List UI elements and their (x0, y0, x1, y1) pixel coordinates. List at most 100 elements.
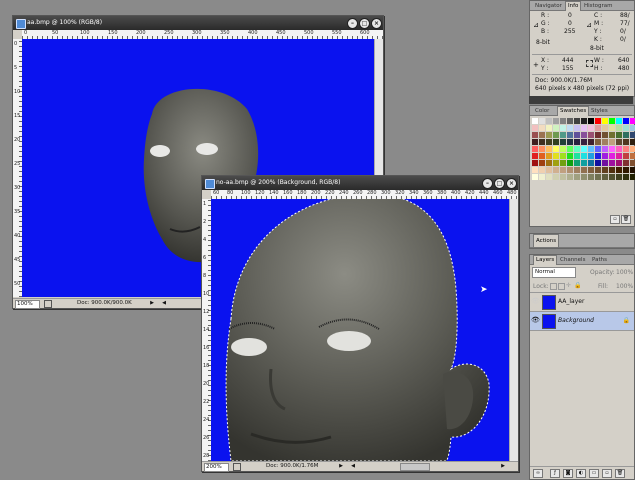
swatch[interactable] (609, 139, 615, 145)
export-icon[interactable] (233, 463, 241, 471)
swatch[interactable] (623, 118, 629, 124)
swatch[interactable] (595, 146, 601, 152)
swatch[interactable] (574, 132, 580, 138)
minimize-icon[interactable]: – (347, 18, 358, 29)
swatch[interactable] (609, 125, 615, 131)
swatch[interactable] (602, 139, 608, 145)
swatch[interactable] (574, 146, 580, 152)
swatch[interactable] (546, 118, 552, 124)
swatch[interactable] (560, 139, 566, 145)
tab-info[interactable]: Info (565, 1, 582, 11)
swatch[interactable] (609, 132, 615, 138)
minimize-icon[interactable]: – (482, 178, 493, 189)
swatch[interactable] (553, 167, 559, 173)
swatch[interactable] (630, 153, 635, 159)
swatch[interactable] (553, 132, 559, 138)
swatch[interactable] (616, 174, 622, 180)
swatch[interactable] (532, 153, 538, 159)
swatch[interactable] (567, 125, 573, 131)
swatch[interactable] (623, 146, 629, 152)
swatch[interactable] (539, 118, 545, 124)
tab-layers[interactable]: Layers (533, 255, 558, 265)
swatch[interactable] (588, 167, 594, 173)
swatch[interactable] (588, 118, 594, 124)
swatch[interactable] (630, 160, 635, 166)
swatch[interactable] (588, 146, 594, 152)
swatch[interactable] (581, 132, 587, 138)
close-icon[interactable]: × (371, 18, 382, 29)
swatch[interactable] (574, 160, 580, 166)
swatch[interactable] (539, 146, 545, 152)
swatch[interactable] (560, 118, 566, 124)
swatch[interactable] (602, 118, 608, 124)
swatch[interactable] (616, 160, 622, 166)
scroll-left-icon[interactable]: ◀ (350, 463, 356, 469)
tab-styles[interactable]: Styles (589, 107, 610, 115)
trash-icon[interactable]: 🗑 (621, 215, 631, 224)
swatch[interactable] (588, 125, 594, 131)
swatch[interactable] (567, 153, 573, 159)
swatch[interactable] (581, 174, 587, 180)
fill-value[interactable]: 100% (616, 283, 633, 290)
swatch[interactable] (595, 153, 601, 159)
swatch[interactable] (539, 153, 545, 159)
swatch[interactable] (588, 132, 594, 138)
maximize-icon[interactable]: □ (359, 18, 370, 29)
new-swatch-icon[interactable]: ▫ (610, 215, 620, 224)
swatch[interactable] (539, 160, 545, 166)
swatch[interactable] (539, 174, 545, 180)
swatch[interactable] (581, 167, 587, 173)
swatch[interactable] (602, 174, 608, 180)
swatch[interactable] (595, 125, 601, 131)
adjustment-layer-icon[interactable]: ◐ (576, 469, 586, 478)
swatch[interactable] (567, 174, 573, 180)
swatch[interactable] (602, 153, 608, 159)
swatch[interactable] (623, 125, 629, 131)
new-layer-icon[interactable]: ▫ (602, 469, 612, 478)
close-icon[interactable]: × (506, 178, 517, 189)
swatch[interactable] (560, 132, 566, 138)
panel-collapse-bar[interactable] (529, 96, 633, 104)
swatch[interactable] (553, 146, 559, 152)
swatch[interactable] (623, 174, 629, 180)
swatch[interactable] (623, 132, 629, 138)
swatch[interactable] (616, 118, 622, 124)
title-bar[interactable]: no-aa.bmp @ 200% (Background, RGB/8) – □… (202, 176, 518, 190)
swatch[interactable] (532, 174, 538, 180)
tab-color[interactable]: Color (533, 107, 551, 115)
trash-icon[interactable]: 🗑 (615, 469, 625, 478)
swatch[interactable] (546, 125, 552, 131)
swatch[interactable] (581, 139, 587, 145)
swatch[interactable] (602, 146, 608, 152)
swatch[interactable] (595, 174, 601, 180)
swatch[interactable] (609, 146, 615, 152)
status-menu-arrow-icon[interactable]: ▶ (149, 300, 155, 306)
swatch[interactable] (609, 118, 615, 124)
swatch[interactable] (630, 167, 635, 173)
swatch[interactable] (588, 139, 594, 145)
swatch[interactable] (595, 167, 601, 173)
swatch[interactable] (581, 118, 587, 124)
tab-histogram[interactable]: Histogram (582, 2, 615, 10)
swatch[interactable] (567, 167, 573, 173)
swatch[interactable] (609, 160, 615, 166)
swatch[interactable] (574, 167, 580, 173)
horizontal-scroll-thumb[interactable] (400, 463, 430, 471)
link-layers-icon[interactable]: ∞ (533, 469, 543, 478)
swatch[interactable] (609, 153, 615, 159)
layer-name[interactable]: Background (558, 312, 594, 330)
zoom-field[interactable]: 100% (15, 300, 40, 309)
swatch[interactable] (532, 160, 538, 166)
swatch[interactable] (630, 132, 635, 138)
layer-mask-icon[interactable]: ◙ (563, 469, 573, 478)
swatch[interactable] (630, 118, 635, 124)
swatch[interactable] (630, 174, 635, 180)
swatch[interactable] (546, 167, 552, 173)
lock-image-icon[interactable] (558, 283, 565, 290)
layer-name[interactable]: AA_layer (558, 293, 584, 311)
swatch[interactable] (567, 132, 573, 138)
swatch[interactable] (532, 139, 538, 145)
swatch[interactable] (616, 153, 622, 159)
swatch[interactable] (567, 139, 573, 145)
swatch[interactable] (581, 153, 587, 159)
